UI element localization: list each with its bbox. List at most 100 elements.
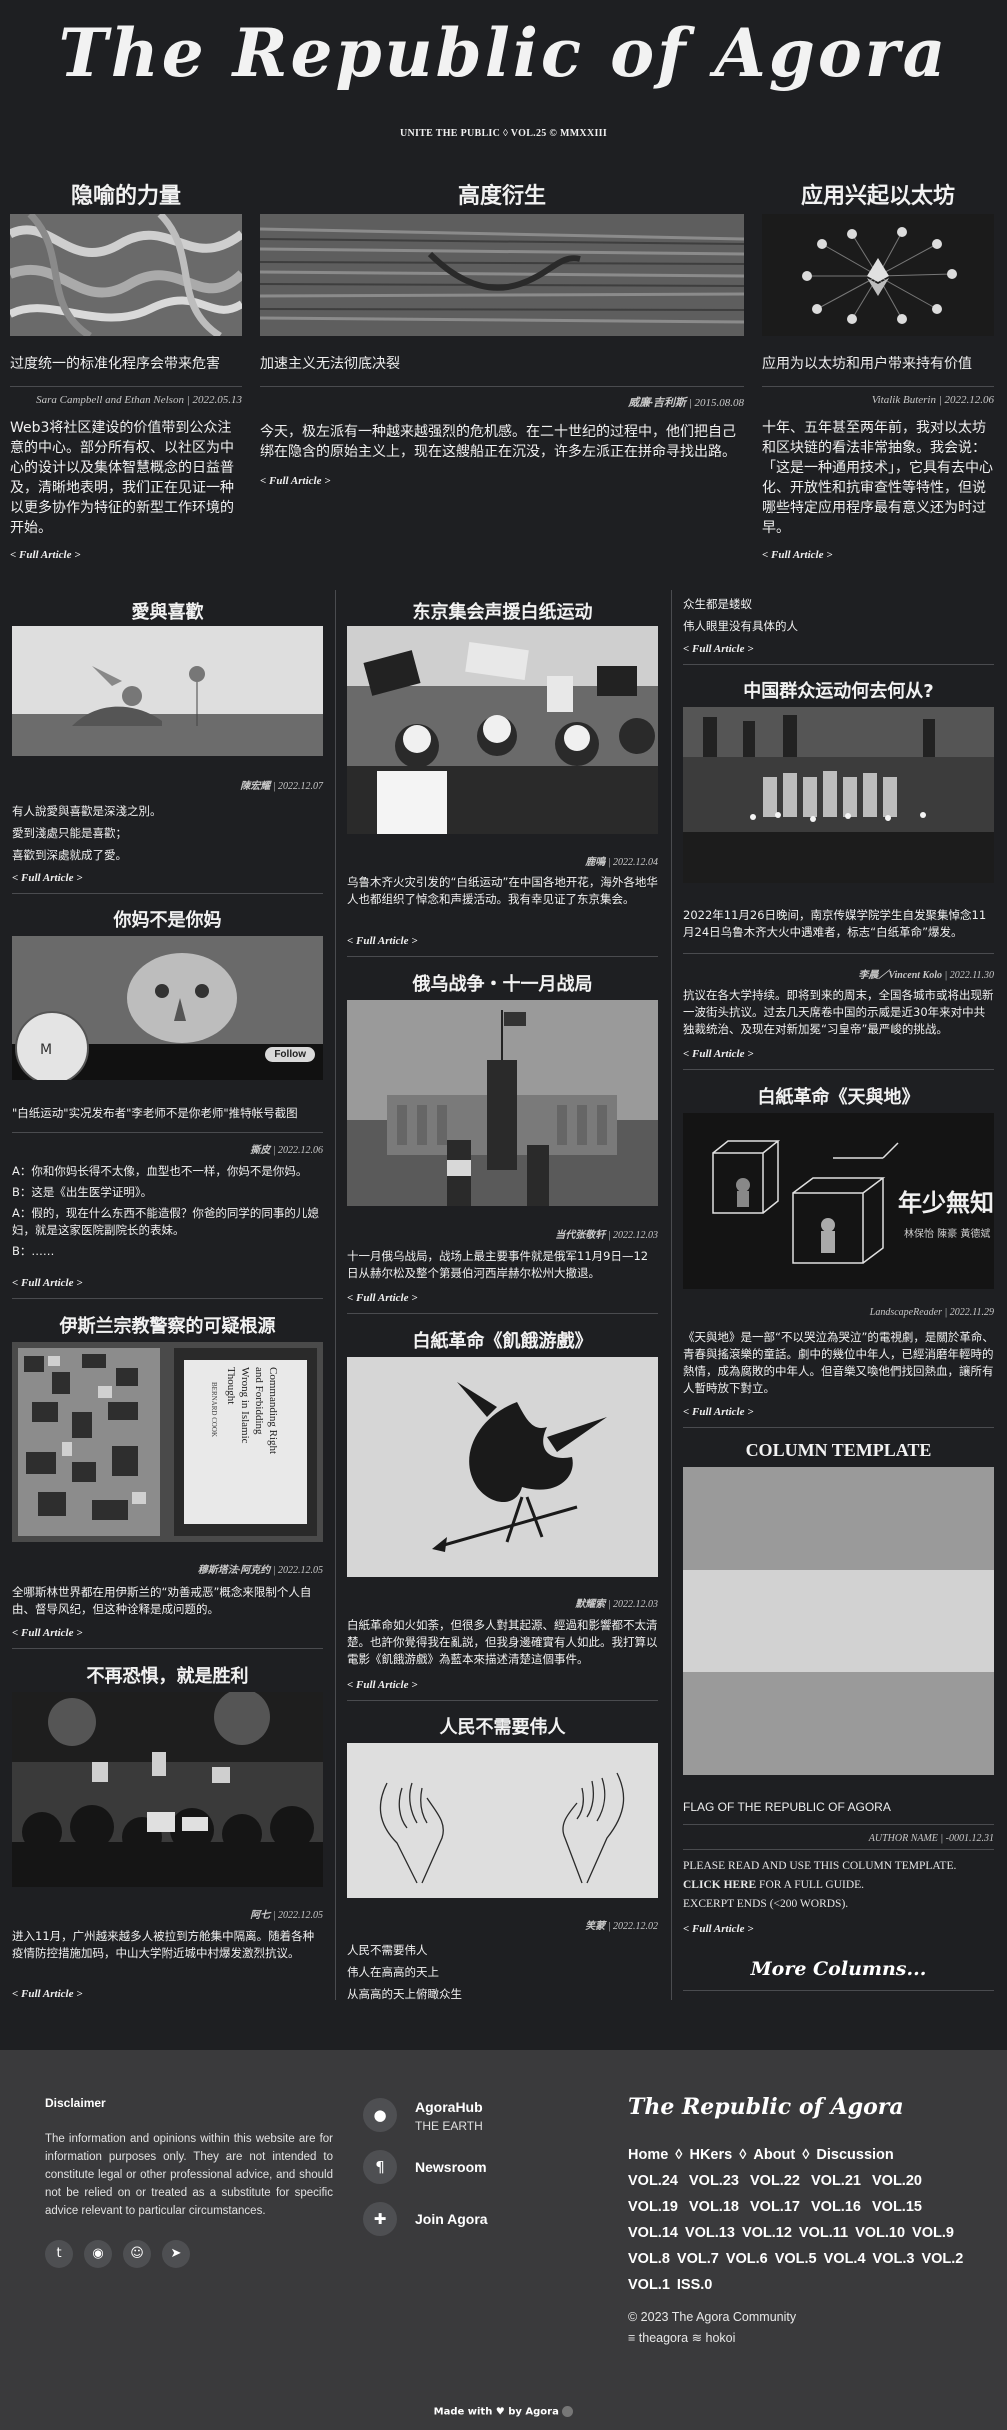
article-image[interactable] [683, 707, 994, 883]
github-icon[interactable]: ◉ [84, 2240, 112, 2268]
article-heading[interactable]: 白紙革命《飢餓游戲》 [347, 1327, 658, 1353]
article-heading[interactable]: 俄乌战争・十一月战局 [347, 970, 658, 996]
volume-link[interactable]: VOL.16 [811, 2199, 861, 2215]
full-article-link[interactable]: < Full Article > [12, 1627, 83, 1639]
article-subtitle[interactable]: 过度统一的标准化程序会带来危害 [10, 353, 242, 373]
volume-link[interactable]: VOL.24 [628, 2173, 678, 2189]
full-article-link[interactable]: < Full Article > [762, 549, 833, 561]
article-image[interactable] [260, 214, 744, 336]
volume-link[interactable]: VOL.10 [855, 2225, 905, 2241]
article-heading[interactable]: 你妈不是你妈 [12, 906, 323, 932]
image-caption: "白纸运动"实况发布者"李老师不是你老师"推特帐号截图 [12, 1106, 298, 1120]
article-byline: LandscapeReader | 2022.11.29 [869, 1307, 994, 1318]
article-byline: 穆斯塔法·阿克约 | 2022.12.05 [12, 1561, 323, 1576]
article-byline: 威廉·吉利斯 | 2015.08.08 [260, 394, 744, 410]
article-image[interactable] [347, 1357, 658, 1577]
volume-link[interactable]: VOL.9 [912, 2225, 954, 2241]
article-heading[interactable]: 东京集会声援白纸运动 [347, 598, 658, 624]
article-heading[interactable]: 应用兴起以太坊 [762, 178, 994, 210]
volume-link[interactable]: VOL.7 [677, 2251, 719, 2267]
full-article-link[interactable]: < Full Article > [12, 1277, 83, 1289]
article-subtitle[interactable]: 应用为以太坊和用户带来持有价值 [762, 353, 994, 373]
article-image[interactable]: M Follow [12, 936, 323, 1080]
template-heading[interactable]: COLUMN TEMPLATE [683, 1440, 994, 1461]
full-article-link[interactable]: < Full Article > [683, 1923, 754, 1935]
article-heading[interactable]: 不再恐惧，就是胜利 [12, 1662, 323, 1688]
full-article-link[interactable]: < Full Article > [683, 643, 754, 655]
article-image[interactable] [12, 626, 323, 756]
volume-link[interactable]: VOL.8 [628, 2251, 670, 2267]
copyright: © 2023 The Agora Community [628, 2310, 797, 2324]
full-article-link[interactable]: < Full Article > [260, 475, 331, 487]
excerpt-line: 伟人眼里没有具体的人 [683, 619, 798, 633]
full-article-link[interactable]: < Full Article > [683, 1048, 754, 1060]
full-article-link[interactable]: < Full Article > [347, 1292, 418, 1304]
article-heading[interactable]: 高度衍生 [260, 178, 744, 210]
article-image[interactable]: Commanding Right and Forbidding Wrong in I… [12, 1342, 323, 1542]
footer-nav-agorahub[interactable]: AgoraHub [415, 2099, 483, 2115]
volume-link[interactable]: VOL.23 [689, 2173, 739, 2189]
footer-tagline[interactable]: ≡ theagora ≋ hokoi [628, 2330, 735, 2345]
volume-link[interactable]: VOL.15 [872, 2199, 922, 2215]
nav-hkers[interactable]: HKers [689, 2147, 732, 2163]
article-heading[interactable]: 白紙革命《天與地》 [683, 1083, 994, 1109]
image-caption: 2022年11月26日晚间，南京传媒学院学生自发聚集悼念11月24日乌鲁木齐大火… [683, 908, 987, 939]
volume-link[interactable]: VOL.5 [775, 2251, 817, 2267]
volume-link[interactable]: VOL.11 [799, 2225, 848, 2241]
guide-link[interactable]: CLICK HERE [683, 1879, 756, 1891]
volume-link[interactable]: ISS.0 [677, 2277, 712, 2293]
full-article-link[interactable]: < Full Article > [683, 1406, 754, 1418]
volume-link[interactable]: VOL.20 [872, 2173, 922, 2189]
volume-link[interactable]: VOL.22 [750, 2173, 800, 2189]
article-image[interactable] [347, 626, 658, 834]
volume-link[interactable]: VOL.2 [921, 2251, 963, 2267]
article-heading[interactable]: 隐喻的力量 [10, 178, 242, 210]
nav-home[interactable]: Home [628, 2147, 668, 2163]
volume-link[interactable]: VOL.18 [689, 2199, 739, 2215]
article-subtitle[interactable]: 加速主义无法彻底决裂 [260, 353, 744, 373]
article-image[interactable] [10, 214, 242, 336]
volume-link[interactable]: VOL.6 [726, 2251, 768, 2267]
full-article-link[interactable]: < Full Article > [347, 1679, 418, 1691]
article-heading[interactable]: 伊斯兰宗教警察的可疑根源 [12, 1312, 323, 1338]
article-heading[interactable]: 人民不需要伟人 [347, 1713, 658, 1739]
map-pin-icon: ● [363, 2098, 397, 2132]
footer-nav-newsroom[interactable]: Newsroom [415, 2159, 487, 2175]
article-image[interactable] [12, 1692, 323, 1887]
article-byline: 鹿鳴 | 2022.12.04 [347, 853, 658, 868]
full-article-link[interactable]: < Full Article > [12, 1988, 83, 2000]
flag-image[interactable] [683, 1467, 994, 1775]
volume-link[interactable]: VOL.12 [742, 2225, 792, 2241]
volume-link[interactable]: VOL.4 [824, 2251, 866, 2267]
volume-link[interactable]: VOL.17 [750, 2199, 800, 2215]
article-subtitle[interactable]: FLAG OF THE REPUBLIC OF AGORA [683, 1800, 994, 1814]
full-article-link[interactable]: < Full Article > [347, 935, 418, 947]
follow-button[interactable]: Follow [265, 1047, 315, 1062]
nav-discussion[interactable]: Discussion [816, 2147, 893, 2163]
volume-link[interactable]: VOL.13 [685, 2225, 735, 2241]
telegram-icon[interactable]: ➤ [162, 2240, 190, 2268]
full-article-link[interactable]: < Full Article > [12, 872, 83, 884]
reddit-icon[interactable]: ☺ [123, 2240, 151, 2268]
volume-link[interactable]: VOL.14 [628, 2225, 678, 2241]
volume-link[interactable]: VOL.3 [873, 2251, 915, 2267]
footer: Disclaimer The information and opinions … [0, 2050, 1007, 2430]
article-heading[interactable]: 愛與喜歡 [12, 598, 323, 624]
more-columns-link[interactable]: More Columns... [683, 1958, 994, 1980]
volume-link[interactable]: VOL.19 [628, 2199, 678, 2215]
article-image[interactable] [762, 214, 994, 336]
article-image[interactable]: 年少無知 林保怡 陳豪 黃德斌 [683, 1113, 994, 1289]
article-byline: Vitalik Buterin | 2022.12.06 [871, 394, 994, 406]
full-article-link[interactable]: < Full Article > [10, 549, 81, 561]
svg-text:Wrong in Islamic: Wrong in Islamic [239, 1367, 251, 1444]
site-title[interactable]: The Republic of Agora [0, 14, 1007, 92]
footer-brand[interactable]: The Republic of Agora [628, 2094, 904, 2120]
article-image[interactable] [347, 1743, 658, 1898]
article-heading[interactable]: 中国群众运动何去何从? [683, 677, 994, 703]
article-image[interactable] [347, 1000, 658, 1206]
twitter-icon[interactable]: t [45, 2240, 73, 2268]
volume-link[interactable]: VOL.1 [628, 2277, 670, 2293]
nav-about[interactable]: About [753, 2147, 795, 2163]
volume-link[interactable]: VOL.21 [811, 2173, 861, 2189]
footer-nav-join[interactable]: Join Agora [415, 2211, 488, 2227]
